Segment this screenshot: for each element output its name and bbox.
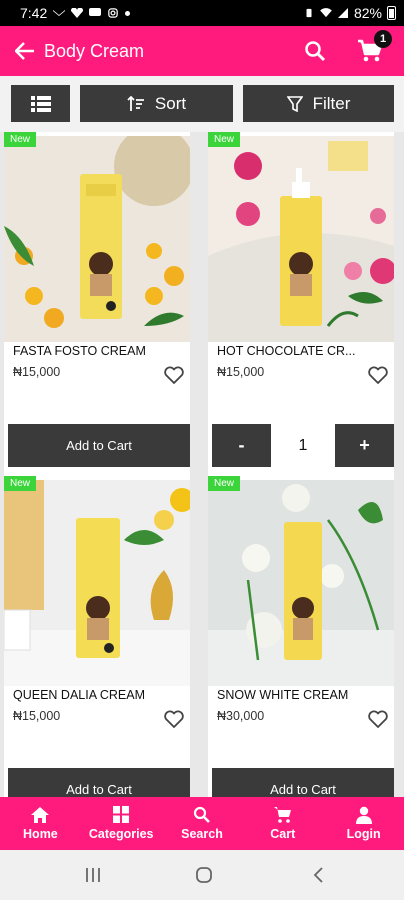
product-image[interactable] bbox=[4, 136, 190, 342]
notification-icon bbox=[53, 10, 66, 16]
new-badge: New bbox=[4, 132, 37, 147]
product-name[interactable]: HOT CHOCOLATE CR... bbox=[217, 344, 355, 358]
toolbar: Sort Filter bbox=[0, 76, 404, 132]
cart-icon bbox=[273, 807, 291, 823]
sort-icon bbox=[127, 95, 144, 111]
arrow-left-icon bbox=[15, 42, 34, 60]
person-icon bbox=[355, 806, 372, 824]
sort-label: Sort bbox=[154, 93, 187, 113]
nav-cart[interactable]: Cart bbox=[242, 797, 323, 850]
wishlist-heart-icon[interactable] bbox=[164, 366, 184, 384]
nav-home[interactable]: Home bbox=[0, 797, 81, 850]
bottom-nav: Home Categories Search Cart Login bbox=[0, 797, 404, 850]
nav-login[interactable]: Login bbox=[323, 797, 404, 850]
instagram-icon bbox=[108, 8, 119, 18]
heart-notification-icon bbox=[71, 8, 84, 18]
product-price: ₦30,000 bbox=[217, 709, 265, 723]
nav-search[interactable]: Search bbox=[162, 797, 243, 850]
wishlist-heart-icon[interactable] bbox=[368, 710, 388, 728]
product-image[interactable] bbox=[208, 480, 394, 686]
home-icon bbox=[31, 807, 50, 823]
product-price: ₦15,000 bbox=[13, 365, 61, 379]
page-title: Body Cream bbox=[44, 40, 145, 61]
wishlist-heart-icon[interactable] bbox=[368, 366, 388, 384]
product-card[interactable]: New QUEEN DALIA CREAM ₦15,000 Add to Car… bbox=[4, 476, 190, 797]
product-card[interactable]: New SNOW WHITE CREAM ₦30,000 Add to Cart bbox=[208, 476, 394, 797]
nav-label: Login bbox=[346, 827, 381, 841]
product-name[interactable]: FASTA FOSTO CREAM bbox=[13, 344, 146, 358]
new-badge: New bbox=[208, 132, 241, 147]
quantity-value[interactable]: 1 bbox=[271, 424, 335, 467]
back-system-icon[interactable] bbox=[310, 866, 328, 884]
nav-categories[interactable]: Categories bbox=[81, 797, 162, 850]
battery-icon bbox=[387, 6, 396, 20]
status-time: 7:42 bbox=[20, 5, 48, 21]
filter-label: Filter bbox=[312, 93, 351, 113]
search-icon bbox=[305, 41, 326, 62]
status-bar: 7:42 82% bbox=[0, 0, 404, 26]
status-dot bbox=[125, 10, 131, 16]
product-card[interactable]: New FASTA FOSTO CREAM ₦15,000 Add to Car… bbox=[4, 132, 190, 477]
quantity-stepper: - 1 + bbox=[212, 424, 394, 467]
nav-label: Search bbox=[181, 827, 223, 841]
battery-percent: 82% bbox=[353, 5, 382, 21]
decrement-button[interactable]: - bbox=[212, 424, 271, 467]
add-to-cart-button[interactable]: Add to Cart bbox=[8, 424, 190, 467]
new-badge: New bbox=[4, 476, 37, 491]
wifi-icon bbox=[320, 8, 332, 18]
sort-button[interactable]: Sort bbox=[80, 85, 233, 122]
filter-button[interactable]: Filter bbox=[243, 85, 394, 122]
product-card[interactable]: New HOT CHOCOLATE CR... ₦15,000 - 1 + bbox=[208, 132, 394, 477]
list-view-icon bbox=[30, 95, 51, 112]
back-button[interactable] bbox=[12, 38, 38, 64]
nav-label: Categories bbox=[88, 827, 154, 841]
app-bar: Body Cream 1 bbox=[0, 26, 404, 76]
vibrate-icon bbox=[306, 8, 312, 18]
add-to-cart-button[interactable]: Add to Cart bbox=[8, 768, 190, 797]
product-name[interactable]: QUEEN DALIA CREAM bbox=[13, 688, 145, 702]
view-toggle-button[interactable] bbox=[11, 85, 70, 122]
categories-icon bbox=[113, 806, 130, 823]
home-system-icon[interactable] bbox=[195, 866, 213, 884]
new-badge: New bbox=[208, 476, 241, 491]
add-to-cart-button[interactable]: Add to Cart bbox=[212, 768, 394, 797]
cart-count-badge: 1 bbox=[374, 30, 392, 48]
system-nav-bar bbox=[0, 850, 404, 900]
product-name[interactable]: SNOW WHITE CREAM bbox=[217, 688, 348, 702]
product-price: ₦15,000 bbox=[217, 365, 265, 379]
nav-label: Cart bbox=[270, 827, 296, 841]
product-image[interactable] bbox=[208, 136, 394, 342]
signal-icon bbox=[337, 8, 348, 18]
wishlist-heart-icon[interactable] bbox=[164, 710, 184, 728]
product-image[interactable] bbox=[4, 480, 190, 686]
search-button[interactable] bbox=[302, 38, 328, 64]
recent-apps-icon[interactable] bbox=[84, 866, 102, 884]
filter-icon bbox=[286, 95, 303, 112]
product-price: ₦15,000 bbox=[13, 709, 61, 723]
increment-button[interactable]: + bbox=[335, 424, 394, 467]
message-icon bbox=[89, 8, 102, 16]
product-grid: New FASTA FOSTO CREAM ₦15,000 Add to Car… bbox=[0, 132, 404, 797]
nav-label: Home bbox=[23, 827, 58, 841]
search-icon bbox=[193, 806, 210, 823]
